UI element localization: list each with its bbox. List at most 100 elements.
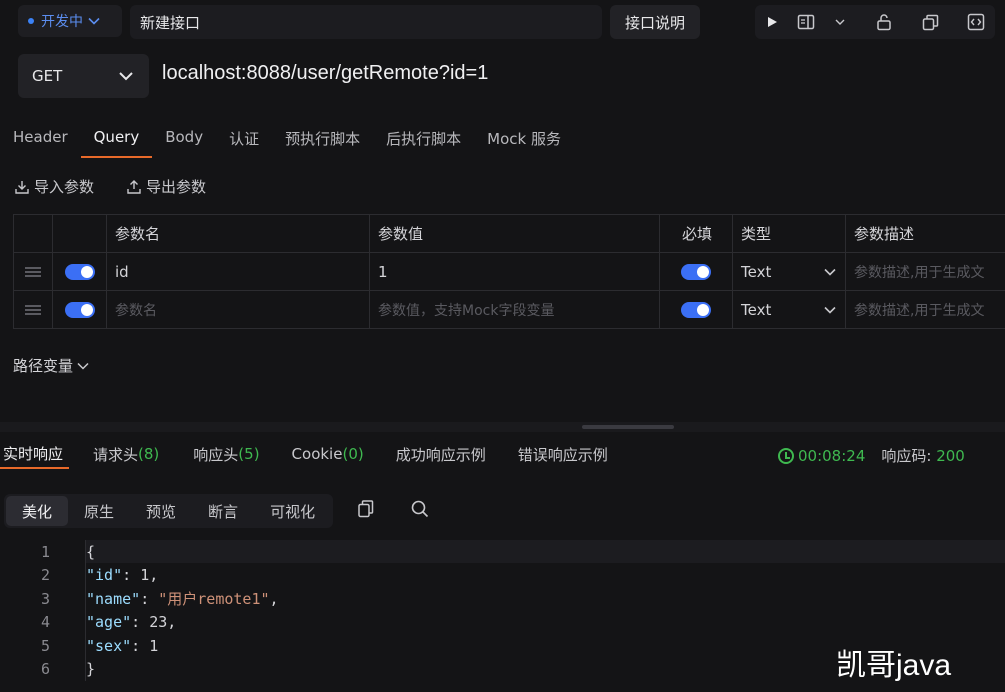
search-icon[interactable] (410, 499, 430, 519)
code-text: } (85, 657, 95, 681)
tab-response-headers[interactable]: 响应头 (5) (193, 439, 275, 469)
type-label: Text (741, 262, 772, 281)
tab-header[interactable]: Header (0, 128, 81, 158)
type-select[interactable]: Text (733, 291, 846, 328)
chevron-down-icon (88, 17, 100, 25)
param-value-cell[interactable]: 1 (370, 253, 660, 290)
param-actions: 导入参数 导出参数 (14, 176, 206, 197)
toolbar-icon-group (755, 5, 995, 39)
import-params-label: 导入参数 (34, 178, 95, 196)
header-blank-1 (13, 215, 53, 252)
export-params-button[interactable]: 导出参数 (126, 176, 206, 197)
lock-icon[interactable] (867, 5, 901, 39)
api-name-text: 新建接口 (140, 13, 201, 32)
env-status-label: 开发中 (41, 14, 83, 30)
clock-icon (778, 447, 794, 464)
api-name-input[interactable]: 新建接口 (130, 5, 602, 39)
type-select[interactable]: Text (733, 253, 846, 290)
status-code-label-text: 响应码: (881, 447, 932, 465)
param-name-cell[interactable]: id (107, 253, 370, 290)
layout-panel-icon[interactable] (789, 5, 823, 39)
chevron-down-icon[interactable] (823, 5, 857, 39)
method-select[interactable]: GET (18, 54, 149, 98)
code-text: "sex": 1 (85, 634, 158, 658)
request-tabs: Header Query Body 认证 预执行脚本 后执行脚本 Mock 服务 (0, 128, 574, 158)
export-params-label: 导出参数 (146, 178, 207, 196)
code-icon[interactable] (959, 5, 993, 39)
line-number: 1 (40, 542, 50, 561)
mode-visualize[interactable]: 可视化 (254, 496, 331, 526)
json-value: 1 (140, 566, 150, 585)
mode-assert[interactable]: 断言 (192, 496, 254, 526)
copy-icon[interactable] (357, 499, 375, 519)
tab-live-response[interactable]: 实时响应 (0, 439, 70, 469)
type-label: Text (741, 300, 772, 319)
code-text: { (85, 540, 95, 564)
mode-preview[interactable]: 预览 (130, 496, 192, 526)
param-desc-cell[interactable]: 参数描述,用于生成文 (846, 291, 1005, 328)
drag-handle-icon[interactable] (13, 291, 53, 328)
watermark-text: 凯哥java (836, 649, 952, 682)
chevron-down-icon (824, 268, 836, 276)
tab-auth[interactable]: 认证 (216, 128, 272, 158)
tab-query[interactable]: Query (80, 128, 153, 158)
tab-label: Cookie (291, 445, 343, 463)
tab-error-example[interactable]: 错误响应示例 (518, 439, 624, 469)
method-label: GET (32, 67, 63, 85)
json-value: "用户remote1" (158, 590, 270, 609)
table-row: id 1 Text 参数描述,用于生成文 (13, 253, 1005, 291)
path-variables-toggle[interactable]: 路径变量 (13, 355, 91, 376)
mode-pretty[interactable]: 美化 (6, 496, 69, 526)
api-doc-button[interactable]: 接口说明 (610, 5, 700, 39)
code-text: "id": 1, (85, 563, 158, 587)
tab-label: 请求头 (93, 445, 139, 464)
enable-toggle[interactable] (53, 253, 107, 290)
count-badge: (0) (342, 445, 364, 463)
drag-handle-icon[interactable] (13, 253, 53, 290)
code-line: 4 "age": 23, (0, 610, 1005, 634)
chevron-down-icon (824, 306, 836, 314)
param-value-cell[interactable]: 参数值，支持Mock字段变量 (370, 291, 660, 328)
line-number: 6 (40, 660, 50, 679)
required-toggle[interactable] (660, 253, 733, 290)
env-status-dropdown[interactable]: 开发中 (18, 5, 122, 37)
query-params-table: 参数名 参数值 必填 类型 参数描述 id 1 Text 参数描述,用于生成文 … (13, 214, 1005, 329)
import-params-button[interactable]: 导入参数 (14, 176, 94, 197)
copy-icon[interactable] (913, 5, 947, 39)
header-param-name: 参数名 (107, 215, 370, 252)
mode-raw[interactable]: 原生 (68, 496, 130, 526)
json-value: 23 (149, 613, 168, 632)
response-time: 00:08:24 (778, 447, 865, 465)
tab-success-example[interactable]: 成功响应示例 (396, 439, 502, 469)
status-code-label: 响应码: 200 (881, 445, 964, 466)
count-badge: (8) (138, 445, 160, 463)
header-blank-2 (53, 215, 107, 252)
table-row: 参数名 参数值，支持Mock字段变量 Text 参数描述,用于生成文 (13, 291, 1005, 329)
required-toggle[interactable] (660, 291, 733, 328)
splitter-grip[interactable] (582, 425, 674, 429)
tab-body[interactable]: Body (152, 128, 216, 158)
view-mode-switch: 美化 原生 预览 断言 可视化 (4, 494, 334, 528)
count-badge: (5) (238, 445, 260, 463)
param-desc-cell[interactable]: 参数描述,用于生成文 (846, 253, 1005, 290)
param-name-cell[interactable]: 参数名 (107, 291, 370, 328)
tab-pre-script[interactable]: 预执行脚本 (272, 128, 373, 158)
line-number: 5 (40, 636, 50, 655)
path-variables-label: 路径变量 (13, 357, 74, 375)
tab-request-headers[interactable]: 请求头 (8) (93, 439, 175, 469)
status-dot-icon (28, 18, 34, 24)
run-icon[interactable] (755, 5, 789, 39)
enable-toggle[interactable] (53, 291, 107, 328)
code-line: 3 "name": "用户remote1", (0, 587, 1005, 611)
tab-mock[interactable]: Mock 服务 (474, 128, 574, 158)
code-line: 2 "id": 1, (0, 563, 1005, 587)
download-icon (15, 180, 29, 194)
chevron-down-icon (77, 362, 89, 370)
tab-post-script[interactable]: 后执行脚本 (373, 128, 474, 158)
json-value: 1 (149, 636, 159, 655)
tab-cookie[interactable]: Cookie (0) (292, 439, 380, 469)
url-input[interactable]: localhost:8088/user/getRemote?id=1 (162, 62, 488, 85)
header-type: 类型 (733, 215, 846, 252)
panel-splitter[interactable] (0, 422, 1005, 432)
header-param-value: 参数值 (370, 215, 660, 252)
